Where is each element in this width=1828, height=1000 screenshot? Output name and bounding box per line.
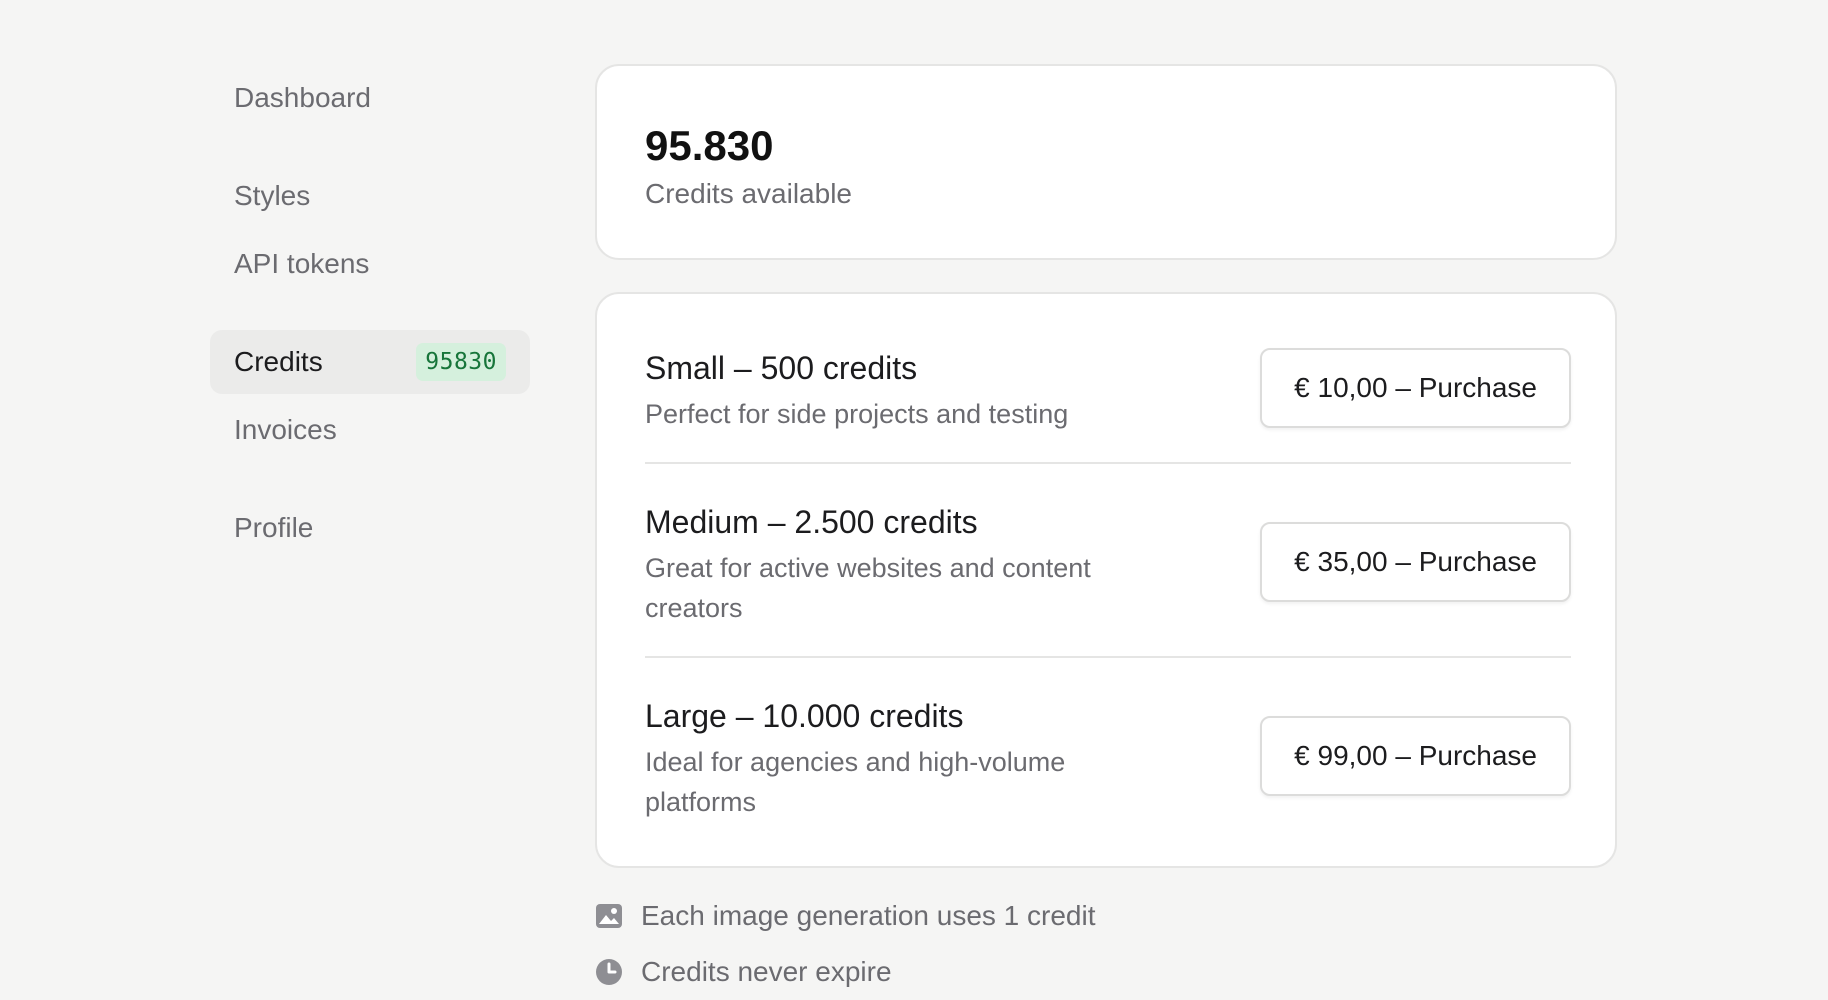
sidebar-item-label: API tokens xyxy=(234,248,370,279)
credits-balance-amount: 95.830 xyxy=(645,122,774,169)
purchase-large-button[interactable]: € 99,00 – Purchase xyxy=(1260,716,1571,796)
sidebar-item-label: Credits xyxy=(234,346,323,377)
purchase-small-button[interactable]: € 10,00 – Purchase xyxy=(1260,348,1571,428)
package-small: Small – 500 credits Perfect for side pro… xyxy=(645,348,1571,434)
sidebar-item-credits[interactable]: Credits 95830 xyxy=(210,330,530,394)
image-icon xyxy=(595,902,623,930)
credit-usage-note: Each image generation uses 1 credit xyxy=(595,900,1096,932)
sidebar-item-label: Invoices xyxy=(234,414,337,445)
package-divider xyxy=(645,656,1571,658)
sidebar-item-invoices[interactable]: Invoices xyxy=(210,398,530,462)
package-medium: Medium – 2.500 credits Great for active … xyxy=(645,502,1571,628)
note-text: Each image generation uses 1 credit xyxy=(641,900,1096,931)
credits-count-badge: 95830 xyxy=(416,343,506,381)
credit-expiry-note: Credits never expire xyxy=(595,956,892,988)
sidebar-item-label: Styles xyxy=(234,180,311,211)
package-description: Ideal for agencies and high-volume platf… xyxy=(645,747,1066,817)
credits-balance-label: Credits available xyxy=(645,178,852,209)
sidebar-item-styles[interactable]: Styles xyxy=(210,164,530,228)
sidebar-item-label: Profile xyxy=(234,512,314,543)
sidebar-item-api-tokens[interactable]: API tokens xyxy=(210,232,530,296)
purchase-medium-button[interactable]: € 35,00 – Purchase xyxy=(1260,522,1571,602)
sidebar-item-dashboard[interactable]: Dashboard xyxy=(210,66,530,130)
note-text: Credits never expire xyxy=(641,956,892,987)
package-description: Great for active websites and content cr… xyxy=(645,553,1091,623)
sidebar-item-profile[interactable]: Profile xyxy=(210,496,530,560)
package-divider xyxy=(645,462,1571,464)
clock-icon xyxy=(595,958,623,986)
sidebar-item-label: Dashboard xyxy=(234,82,371,113)
credits-balance-card: 95.830 Credits available xyxy=(595,64,1617,260)
package-description: Perfect for side projects and testing xyxy=(645,399,1069,429)
package-large: Large – 10.000 credits Ideal for agencie… xyxy=(645,696,1571,822)
credit-packages-card: Small – 500 credits Perfect for side pro… xyxy=(595,292,1617,868)
